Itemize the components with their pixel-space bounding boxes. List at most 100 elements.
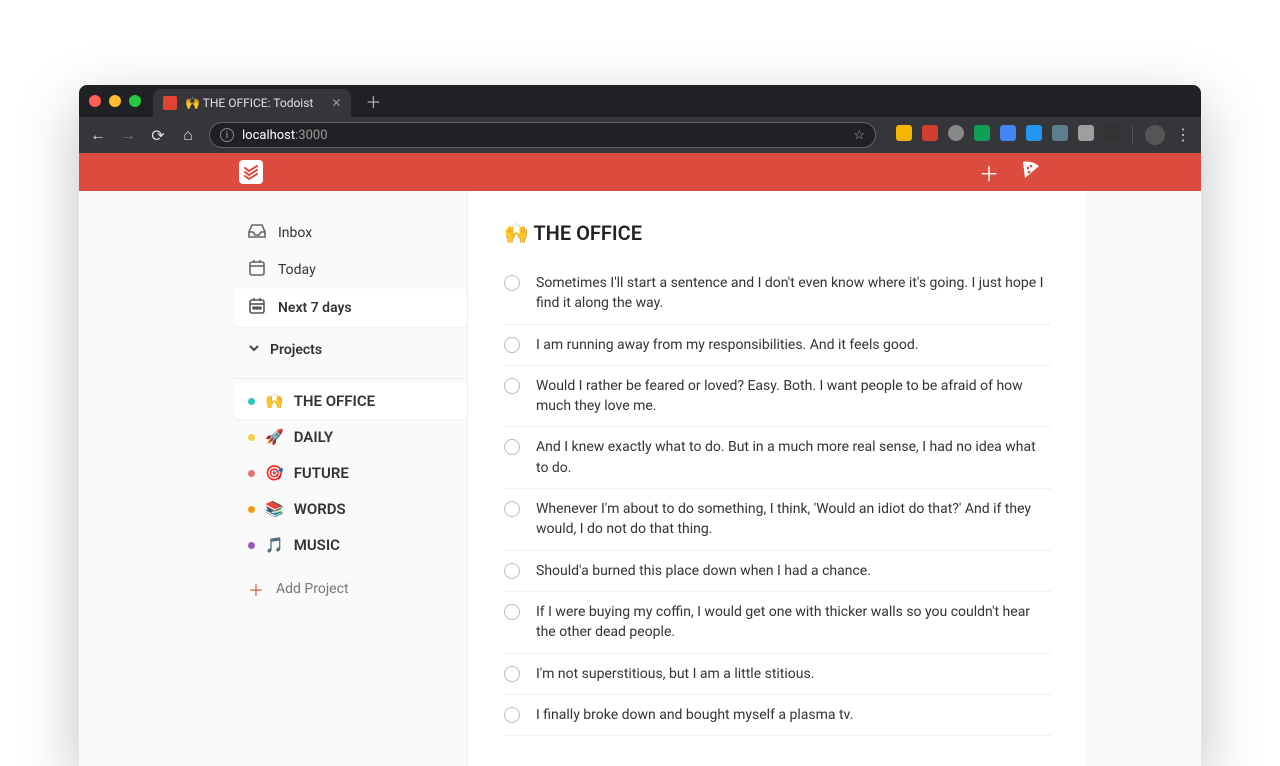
project-item[interactable]: 🚀 DAILY bbox=[234, 419, 467, 455]
task-row[interactable]: And I knew exactly what to do. But in a … bbox=[504, 427, 1051, 489]
task-row[interactable]: I finally broke down and bought myself a… bbox=[504, 695, 1051, 736]
project-emoji: 🎯 bbox=[265, 464, 284, 482]
bookmark-star-icon[interactable]: ☆ bbox=[853, 128, 865, 143]
task-text: And I knew exactly what to do. But in a … bbox=[536, 437, 1051, 478]
project-label: WORDS bbox=[294, 500, 346, 518]
site-info-icon[interactable]: i bbox=[220, 128, 234, 142]
task-text: I'm not superstitious, but I am a little… bbox=[536, 664, 814, 684]
tab-strip: 🙌 THE OFFICE: Todoist ✕ ＋ bbox=[79, 85, 1201, 117]
main-panel: 🙌 THE OFFICE Sometimes I'll start a sent… bbox=[467, 191, 1087, 766]
back-button[interactable]: ← bbox=[89, 125, 107, 145]
project-item[interactable]: 🙌 THE OFFICE bbox=[234, 383, 467, 419]
browser-toolbar: ← → ⟳ ⌂ i localhost:3000 ☆ ⋮ bbox=[79, 117, 1201, 153]
browser-menu-button[interactable]: ⋮ bbox=[1175, 125, 1191, 145]
task-checkbox[interactable] bbox=[504, 604, 520, 620]
task-checkbox[interactable] bbox=[504, 275, 520, 291]
browser-tab[interactable]: 🙌 THE OFFICE: Todoist ✕ bbox=[153, 89, 351, 117]
project-label: DAILY bbox=[294, 428, 333, 446]
task-text: Would I rather be feared or loved? Easy.… bbox=[536, 376, 1051, 417]
calendar-today-icon bbox=[248, 260, 266, 280]
task-text: Whenever I'm about to do something, I th… bbox=[536, 499, 1051, 540]
sidebar-item-label: Inbox bbox=[278, 225, 312, 241]
url-host: localhost bbox=[242, 128, 295, 143]
project-emoji: 🙌 bbox=[265, 392, 284, 410]
extension-icon[interactable] bbox=[896, 125, 912, 141]
close-tab-button[interactable]: ✕ bbox=[331, 96, 341, 110]
profile-avatar[interactable] bbox=[1145, 125, 1165, 145]
task-checkbox[interactable] bbox=[504, 337, 520, 353]
project-color-dot bbox=[248, 506, 255, 513]
home-button[interactable]: ⌂ bbox=[179, 125, 197, 145]
forward-button[interactable]: → bbox=[119, 125, 137, 145]
add-project-button[interactable]: ＋ Add Project bbox=[234, 563, 467, 615]
task-checkbox[interactable] bbox=[504, 707, 520, 723]
extension-icon[interactable] bbox=[948, 125, 964, 141]
task-checkbox[interactable] bbox=[504, 666, 520, 682]
sidebar-item-label: Next 7 days bbox=[278, 300, 352, 316]
project-color-dot bbox=[248, 434, 255, 441]
extension-icon[interactable] bbox=[1026, 125, 1042, 141]
separator bbox=[1132, 125, 1133, 143]
extension-icon[interactable] bbox=[922, 125, 938, 141]
extension-icon[interactable] bbox=[1052, 125, 1068, 141]
minimize-window-button[interactable] bbox=[109, 95, 121, 107]
inbox-icon bbox=[248, 224, 266, 242]
task-row[interactable]: Should'a burned this place down when I h… bbox=[504, 551, 1051, 592]
project-emoji: 🚀 bbox=[265, 428, 284, 446]
task-checkbox[interactable] bbox=[504, 439, 520, 455]
task-checkbox[interactable] bbox=[504, 501, 520, 517]
quick-add-button[interactable]: ＋ bbox=[979, 158, 999, 187]
project-emoji: 📚 bbox=[265, 500, 284, 518]
projects-toggle[interactable]: Projects bbox=[234, 327, 467, 368]
extension-icon[interactable] bbox=[1104, 125, 1120, 141]
project-label: FUTURE bbox=[294, 464, 349, 482]
project-item[interactable]: 🎵MUSIC bbox=[234, 527, 467, 563]
sidebar-item-inbox[interactable]: Inbox bbox=[234, 215, 467, 251]
extension-icon[interactable] bbox=[1078, 125, 1094, 141]
task-text: I finally broke down and bought myself a… bbox=[536, 705, 853, 725]
app-logo[interactable] bbox=[239, 160, 263, 184]
reload-button[interactable]: ⟳ bbox=[149, 126, 167, 145]
address-bar[interactable]: i localhost:3000 ☆ bbox=[209, 122, 876, 148]
sidebar-item-label: Today bbox=[278, 262, 316, 278]
maximize-window-button[interactable] bbox=[129, 95, 141, 107]
extension-icon[interactable] bbox=[1000, 125, 1016, 141]
page-title: 🙌 THE OFFICE bbox=[504, 221, 1051, 245]
tab-title: 🙌 THE OFFICE: Todoist bbox=[185, 96, 313, 110]
favicon-icon bbox=[163, 96, 177, 110]
app-header: ＋ bbox=[79, 153, 1201, 191]
project-color-dot bbox=[248, 542, 255, 549]
task-row[interactable]: Would I rather be feared or loved? Easy.… bbox=[504, 366, 1051, 428]
chevron-down-icon bbox=[248, 342, 260, 358]
sidebar-item-next7days[interactable]: Next 7 days bbox=[234, 289, 467, 327]
task-checkbox[interactable] bbox=[504, 378, 520, 394]
plus-icon: ＋ bbox=[248, 577, 264, 601]
task-checkbox[interactable] bbox=[504, 563, 520, 579]
project-label: THE OFFICE bbox=[294, 392, 375, 410]
task-row[interactable]: Sometimes I'll start a sentence and I do… bbox=[504, 263, 1051, 325]
task-text: Should'a burned this place down when I h… bbox=[536, 561, 871, 581]
task-row[interactable]: Whenever I'm about to do something, I th… bbox=[504, 489, 1051, 551]
window-controls bbox=[89, 95, 141, 107]
project-item[interactable]: 📚 WORDS bbox=[234, 491, 467, 527]
sidebar: Inbox Today Next 7 days bbox=[234, 191, 467, 766]
task-text: If I were buying my coffin, I would get … bbox=[536, 602, 1051, 643]
extension-icon[interactable] bbox=[974, 125, 990, 141]
project-emoji: 🎵 bbox=[265, 536, 284, 554]
add-project-label: Add Project bbox=[276, 581, 349, 597]
browser-window: 🙌 THE OFFICE: Todoist ✕ ＋ ← → ⟳ ⌂ i loca… bbox=[79, 85, 1201, 766]
project-color-dot bbox=[248, 398, 255, 405]
new-tab-button[interactable]: ＋ bbox=[365, 89, 381, 113]
pizza-icon[interactable] bbox=[1021, 160, 1041, 185]
task-row[interactable]: I'm not superstitious, but I am a little… bbox=[504, 654, 1051, 695]
divider bbox=[234, 378, 467, 379]
task-text: I am running away from my responsibiliti… bbox=[536, 335, 918, 355]
project-item[interactable]: 🎯 FUTURE bbox=[234, 455, 467, 491]
calendar-week-icon bbox=[248, 298, 266, 318]
close-window-button[interactable] bbox=[89, 95, 101, 107]
sidebar-item-today[interactable]: Today bbox=[234, 251, 467, 289]
task-row[interactable]: I am running away from my responsibiliti… bbox=[504, 325, 1051, 366]
url-port: :3000 bbox=[295, 128, 327, 143]
task-row[interactable]: If I were buying my coffin, I would get … bbox=[504, 592, 1051, 654]
extensions: ⋮ bbox=[896, 125, 1191, 145]
